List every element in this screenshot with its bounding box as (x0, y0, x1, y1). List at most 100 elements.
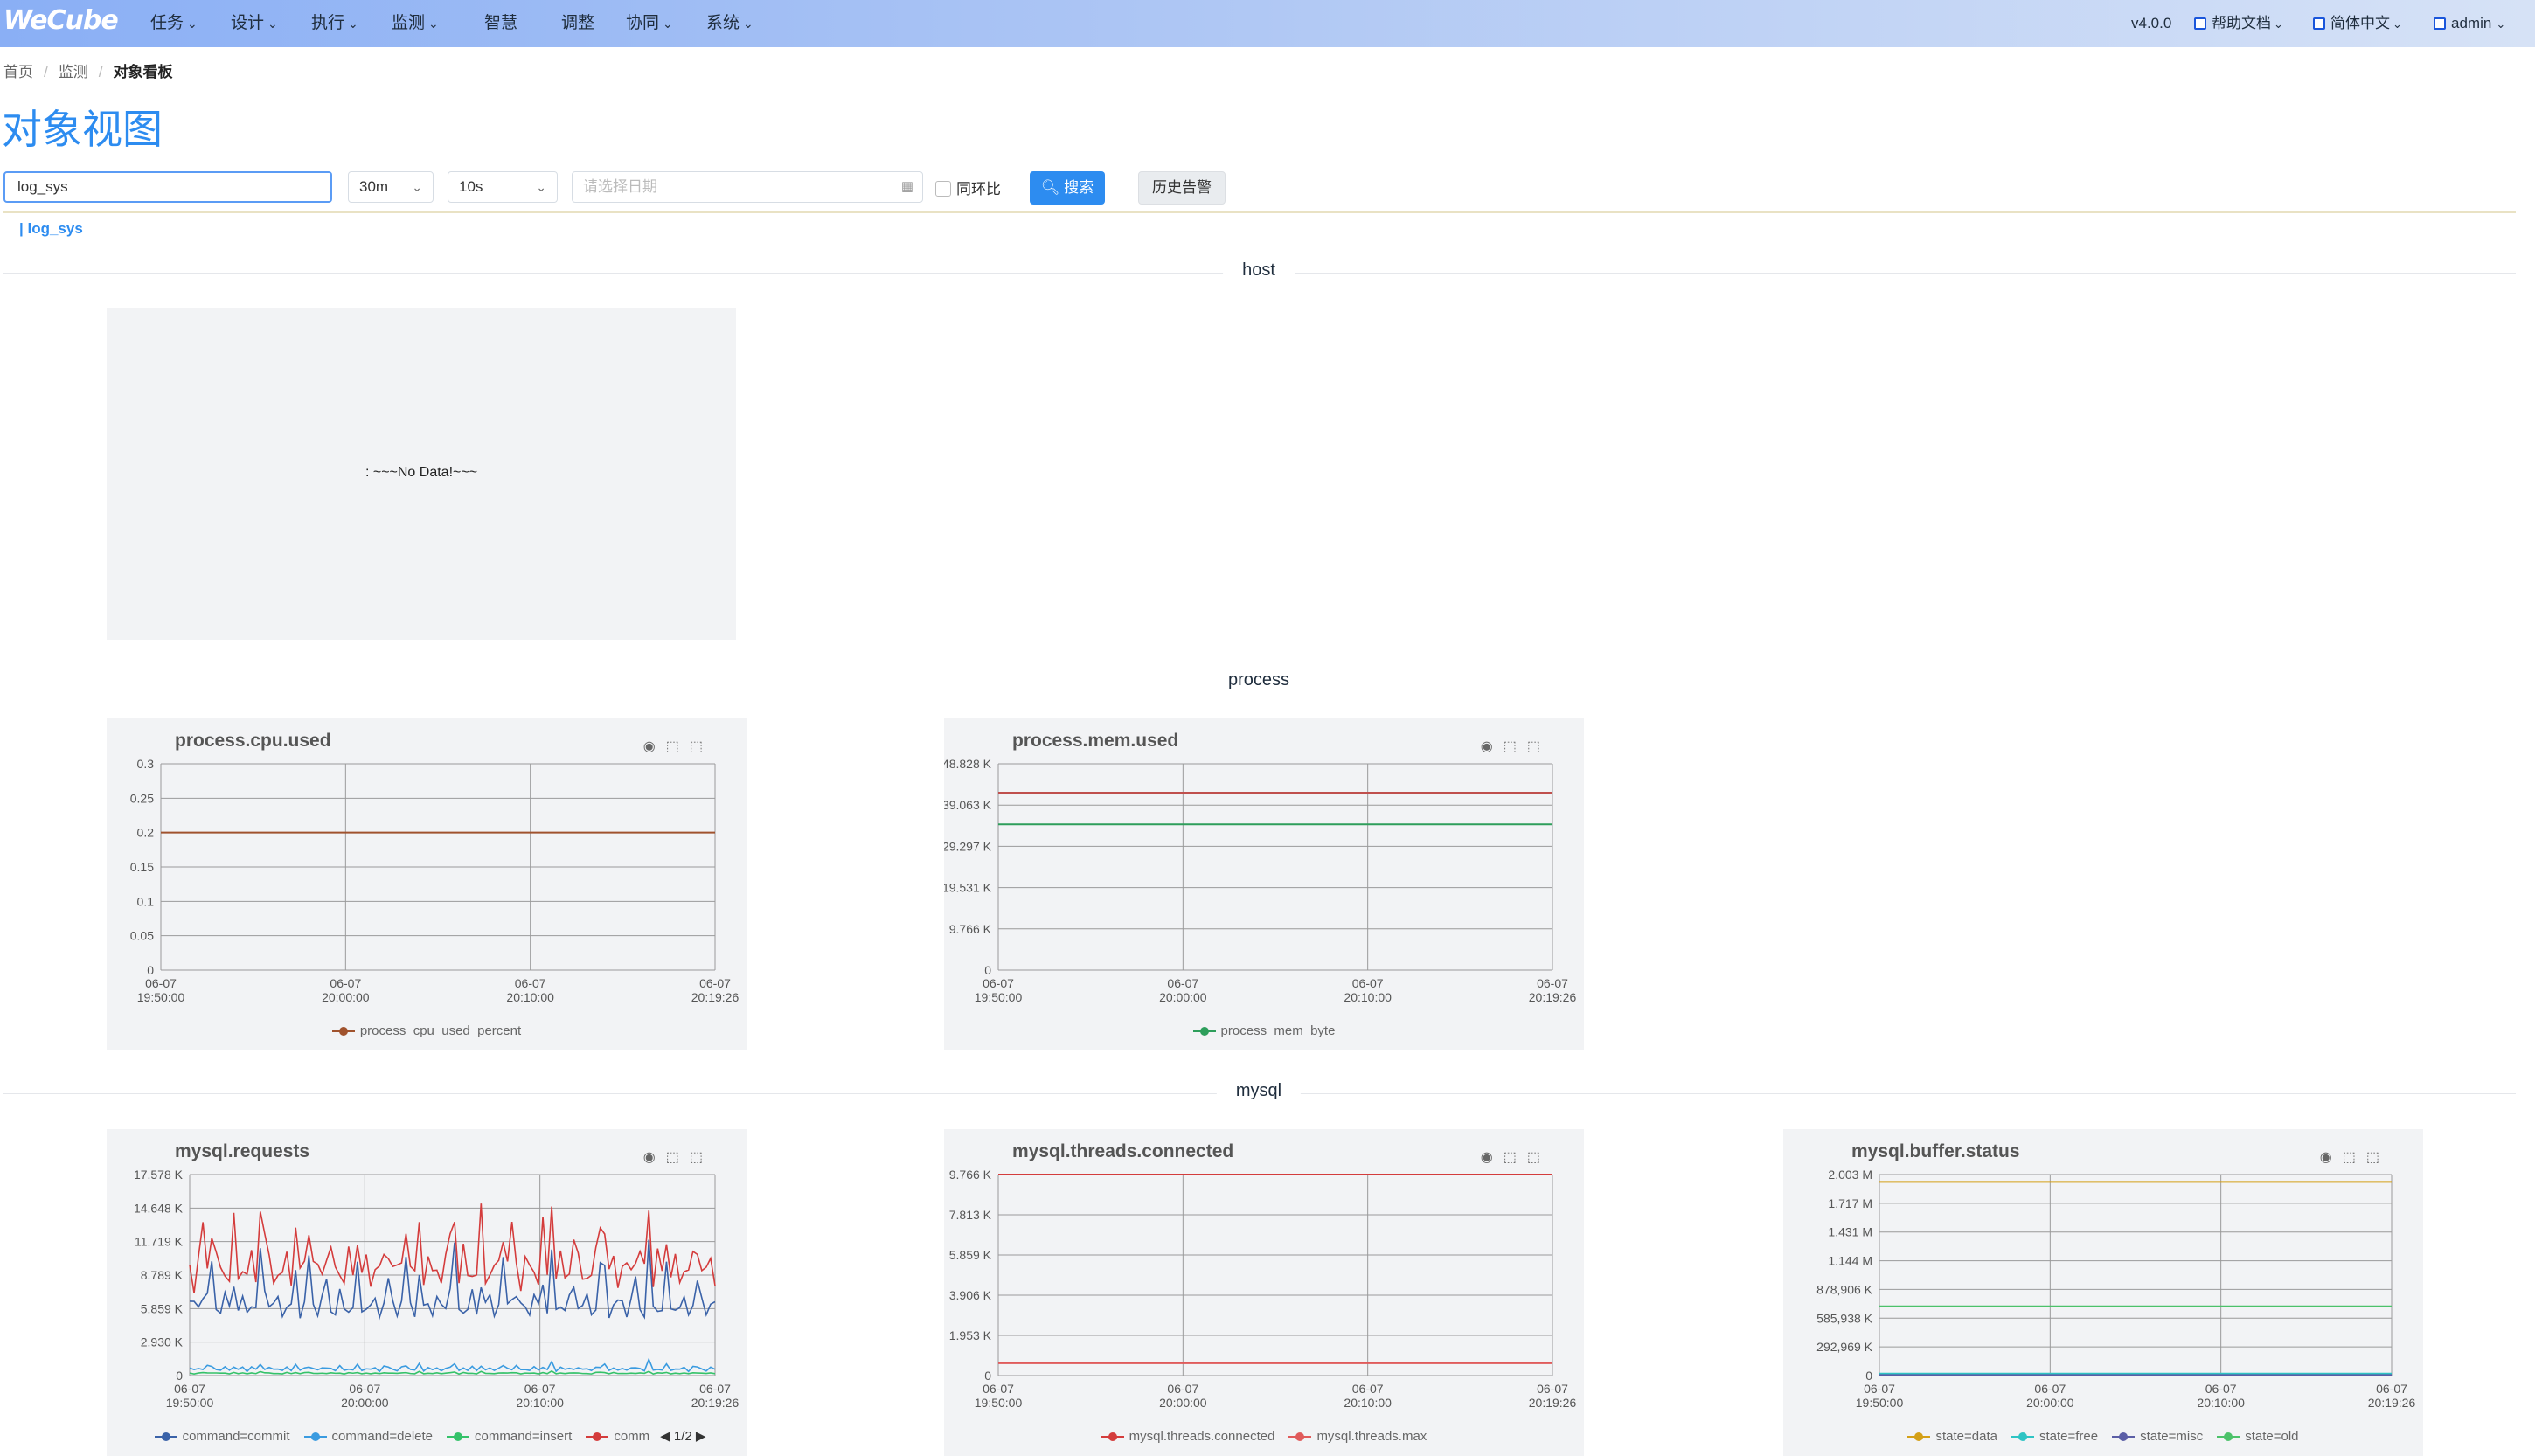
chart-panel-process-mem: process.mem.used ◉⬚⬚ 0 9.766 K 19.531 K 29.29… (944, 718, 1584, 1050)
history-alarm-button[interactable]: 历史告警 (1138, 171, 1226, 205)
chart-panel-mysql-requests: mysql.requests ◉⬚⬚ 0 2.930 K 5.859 K 8.789 K1… (107, 1129, 747, 1456)
legend-label: command=insert (475, 1429, 573, 1444)
legend-item[interactable]: command=delete (303, 1429, 433, 1444)
chart-panel-mysql-threads: mysql.threads.connected ◉⬚⬚ 0 1.953 K 3.906 … (944, 1129, 1584, 1456)
breadcrumb-monitor[interactable]: 监测 (59, 64, 88, 80)
y-tick-label: 11.719 K (135, 1235, 184, 1249)
object-tag-link[interactable]: | log_sys (19, 220, 83, 238)
date-picker[interactable]: 请选择日期 ▦ (572, 171, 923, 203)
x-tick-label: 20:19:26 (2368, 1396, 2416, 1410)
chevron-down-icon: ⌄ (348, 17, 358, 31)
menu-adjust[interactable]: 调整 (561, 8, 594, 39)
legend-item[interactable]: comm (586, 1429, 649, 1444)
filter-divider (3, 211, 2516, 213)
y-tick-label: 29.297 K (944, 839, 992, 853)
legend-item[interactable]: mysql.threads.max (1288, 1429, 1427, 1444)
legend-item[interactable]: mysql.threads.connected (1101, 1429, 1274, 1444)
chart-panel-mysql-buffer: mysql.buffer.status ◉⬚⬚ 0 292,969 K 585,938 … (1783, 1129, 2423, 1456)
y-tick-label: 0.2 (137, 826, 155, 840)
legend-item[interactable]: command=commit (154, 1429, 290, 1444)
chart-legend: command=commit command=delete command=inse… (107, 1428, 747, 1444)
legend-item[interactable]: process_mem_byte (1192, 1023, 1335, 1038)
menu-system-label: 系统 (706, 14, 740, 32)
menu-intelligence[interactable]: 智慧 (484, 8, 517, 39)
menu-design[interactable]: 设计 ⌄ (231, 8, 278, 39)
y-tick-label: 48.828 K (944, 757, 992, 771)
legend-item[interactable]: state=old (2217, 1429, 2299, 1444)
legend-item[interactable]: state=data (1907, 1429, 1997, 1444)
y-tick-label: 2.003 M (1828, 1168, 1872, 1182)
legend-label: state=misc (2140, 1429, 2204, 1444)
chevron-down-icon: ⌄ (187, 17, 198, 31)
menu-collaborate-label: 协同 (626, 14, 660, 32)
x-tick-label: 06-07 (1864, 1382, 1895, 1396)
x-tick-label: 20:19:26 (1529, 1396, 1577, 1410)
legend-item[interactable]: command=insert (447, 1429, 572, 1444)
help-docs-menu[interactable]: 帮助文档 ⌄ (2194, 8, 2283, 39)
object-search-input[interactable]: log_sys (3, 171, 332, 203)
menu-collaborate[interactable]: 协同 ⌄ (626, 8, 673, 39)
chart-svg: 00.050.10.150.20.250.306-0719:50:0006-07… (130, 757, 740, 1004)
group-label-process: process (1208, 670, 1309, 690)
legend-marker (1101, 1432, 1124, 1442)
y-tick-label: 0 (1865, 1369, 1872, 1383)
legend-marker (586, 1432, 609, 1442)
legend-marker (1288, 1432, 1312, 1442)
x-tick-label: 06-07 (174, 1382, 205, 1396)
y-tick-label: 3.906 K (949, 1288, 992, 1302)
interval-value: 10s (459, 178, 483, 195)
y-tick-label: 0 (984, 1369, 991, 1383)
user-icon (2434, 17, 2446, 30)
y-tick-label: 17.578 K (134, 1168, 184, 1182)
x-tick-label: 19:50:00 (1856, 1396, 1904, 1410)
x-tick-label: 06-07 (515, 976, 546, 990)
breadcrumb-home[interactable]: 首页 (3, 64, 33, 80)
wecube-logo[interactable]: WeCube (3, 5, 119, 36)
y-tick-label: 585,938 K (1816, 1311, 1872, 1325)
legend-item[interactable]: process_cpu_used_percent (331, 1023, 521, 1038)
compare-label: 同环比 (956, 181, 1001, 198)
menu-system[interactable]: 系统 ⌄ (706, 8, 754, 39)
legend-pager[interactable]: ◀ 1/2 ▶ (660, 1429, 705, 1444)
group-label-mysql: mysql (1216, 1081, 1302, 1101)
legend-item[interactable]: state=misc (2112, 1429, 2203, 1444)
x-tick-label: 19:50:00 (975, 990, 1023, 1004)
calendar-icon: ▦ (900, 179, 913, 194)
x-tick-label: 20:10:00 (1344, 1396, 1392, 1410)
user-label: admin (2451, 15, 2492, 31)
chevron-down-icon: ⌄ (743, 17, 754, 31)
x-tick-label: 06-07 (699, 976, 731, 990)
legend-label: state=data (1935, 1429, 1997, 1444)
menu-monitor[interactable]: 监测 ⌄ (392, 8, 439, 39)
menu-execute[interactable]: 执行 ⌄ (311, 8, 358, 39)
user-menu[interactable]: admin ⌄ (2434, 8, 2505, 39)
y-tick-label: 0.3 (137, 757, 155, 771)
legend-marker (447, 1432, 470, 1442)
y-tick-label: 878,906 K (1816, 1282, 1872, 1296)
legend-marker (2112, 1432, 2136, 1442)
compare-checkbox[interactable]: 同环比 (935, 177, 1001, 198)
x-tick-label: 20:00:00 (1159, 1396, 1207, 1410)
x-tick-label: 06-07 (1167, 1382, 1198, 1396)
time-range-select[interactable]: 30m ⌄ (348, 171, 434, 203)
search-button[interactable]: 🔍︎ 搜索 (1030, 171, 1105, 205)
x-tick-label: 20:10:00 (2197, 1396, 2245, 1410)
y-tick-label: 0 (984, 963, 991, 977)
chart-legend: process_mem_byte (944, 1023, 1584, 1038)
menu-task[interactable]: 任务 ⌄ (150, 8, 198, 39)
x-tick-label: 19:50:00 (166, 1396, 214, 1410)
interval-select[interactable]: 10s ⌄ (448, 171, 558, 203)
x-tick-label: 20:00:00 (2026, 1396, 2074, 1410)
checkbox-box[interactable] (935, 181, 951, 197)
y-tick-label: 1.144 M (1828, 1254, 1872, 1268)
menu-adjust-label: 调整 (561, 14, 595, 32)
legend-item[interactable]: state=free (2011, 1429, 2098, 1444)
chart-legend: process_cpu_used_percent (107, 1023, 747, 1038)
help-icon (2194, 17, 2206, 30)
menu-monitor-label: 监测 (392, 14, 426, 32)
language-menu[interactable]: 简体中文 ⌄ (2313, 8, 2402, 39)
x-tick-label: 06-07 (145, 976, 177, 990)
x-tick-label: 06-07 (1352, 976, 1384, 990)
chart-svg: 0 2.930 K 5.859 K 8.789 K 11.719 K 14.648 K 17… (134, 1168, 740, 1410)
y-tick-label: 292,969 K (1816, 1340, 1872, 1354)
